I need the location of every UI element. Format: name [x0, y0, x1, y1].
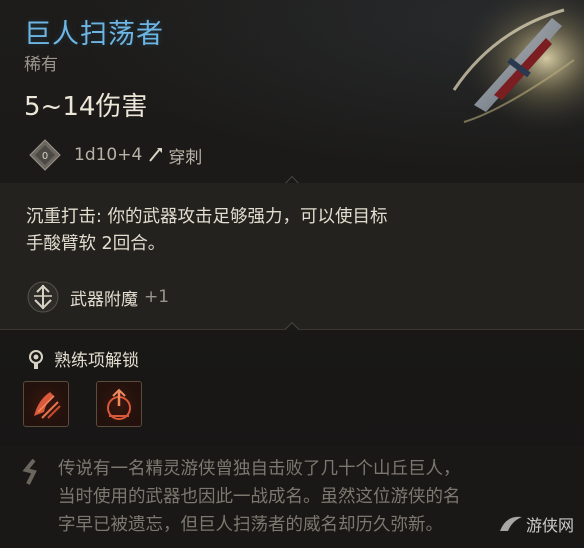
site-logo-icon [499, 516, 522, 531]
damage-type: 穿刺 [168, 147, 203, 168]
damage-details: 0 1d10+4 穿刺 [28, 138, 202, 172]
enchantment-row: 武器附魔 +1 [26, 280, 169, 314]
crippling-strike-icon [107, 388, 131, 420]
damage-range: 5~14伤害 [24, 92, 148, 122]
d10-die-icon: 0 [29, 139, 61, 171]
enchantment-value: +1 [144, 287, 170, 307]
item-name: 巨人扫荡者 [24, 19, 164, 50]
proficiency-label: 熟练项解锁 [54, 351, 139, 371]
item-tooltip: 巨人扫荡者 稀有 5~14伤害 0 1d10+4 穿刺 沉重打击: 你的武器攻击… [0, 0, 584, 548]
damage-dice: 1d10+4 [74, 145, 143, 165]
lore-line: 传说有一名精灵游侠曾独自击败了几十个山丘巨人， [58, 459, 461, 479]
svg-text:0: 0 [42, 151, 48, 162]
enchantment-label: 武器附魔 [70, 289, 138, 310]
unlock-icon [29, 349, 43, 369]
weapon-enchantment-icon [27, 281, 59, 313]
passive-line: 沉重打击: 你的武器攻击足够强力，可以使目标 [26, 207, 388, 227]
ability-slot-2[interactable] [96, 381, 142, 427]
lore-line: 当时使用的武器也因此一战成名。虽然这位游侠的名 [58, 487, 461, 507]
piercing-icon [149, 148, 163, 162]
passive-line: 手酸臂软 2回合。 [26, 234, 166, 254]
weapon-artwork-icon [434, 0, 584, 130]
section-divider [0, 321, 584, 337]
lore-quote-icon [22, 458, 37, 485]
beast-slash-icon [34, 392, 61, 419]
item-rarity: 稀有 [24, 55, 58, 75]
ability-slot-1[interactable] [23, 381, 69, 427]
passive-description: 沉重打击: 你的武器攻击足够强力，可以使目标 手酸臂软 2回合。 [26, 204, 496, 258]
watermark-text: 游侠网 [525, 516, 574, 535]
proficiency-header: 熟练项解锁 [26, 346, 139, 371]
site-watermark: 游侠网 [498, 512, 574, 536]
